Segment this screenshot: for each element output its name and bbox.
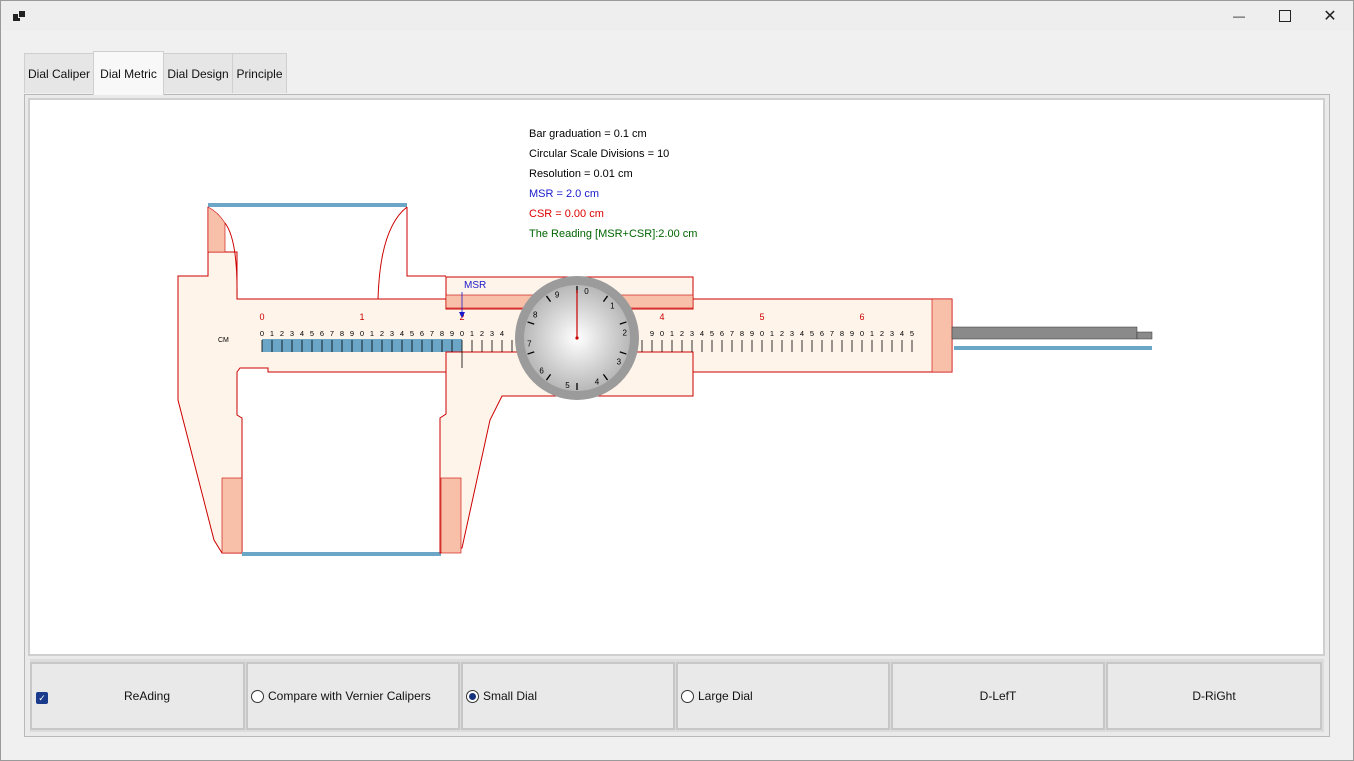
dial-label: 9 [555,290,560,299]
scale-minor-label: 7 [830,329,834,338]
scale-minor-label: 3 [690,329,694,338]
scale-major-label: 0 [259,312,264,322]
scale-minor-label: 0 [360,329,364,338]
large-dial-radio[interactable]: Large Dial [676,662,890,730]
dial-label: 5 [565,381,570,390]
scale-minor-label: 2 [780,329,784,338]
scale-minor-label: 5 [810,329,814,338]
scale-minor-label: 0 [860,329,864,338]
scale-minor-label: 0 [760,329,764,338]
scale-minor-label: 2 [680,329,684,338]
scale-minor-label: 4 [700,329,704,338]
dial-label: 6 [539,366,544,375]
compare-label: Compare with Vernier Calipers [268,689,431,703]
scale-minor-label: 9 [450,329,454,338]
d-left-button[interactable]: D-LefT [891,662,1105,730]
scale-minor-label: 2 [880,329,884,338]
scale-minor-label: 5 [410,329,414,338]
reading-label: ReAding [124,689,171,703]
lower-slider-jaw-face [440,477,462,554]
scale-minor-label: 9 [650,329,654,338]
dial-label: 0 [584,287,589,296]
scale-minor-label: 2 [380,329,384,338]
d-right-label: D-RiGht [1192,689,1236,703]
beam-end-cap [931,298,953,373]
scale-major-label: 4 [659,312,664,322]
dial-label: 1 [610,302,615,311]
upper-slider-jaw [406,207,446,277]
scale-minor-label: 6 [720,329,724,338]
scale-minor-label: 1 [470,329,474,338]
upper-slider-jaw-curve [377,206,408,300]
unit-label: CM [218,337,229,344]
scale-minor-label: 7 [330,329,334,338]
compare-radio[interactable]: Compare with Vernier Calipers [246,662,460,730]
scale-minor-label: 0 [460,329,464,338]
dial-gauge: 0 1 2 3 4 5 6 7 8 9 [515,276,639,400]
dial-pivot [575,336,579,340]
reading-checkbox[interactable]: ✓ ReAding [30,662,245,730]
radio-icon [681,690,694,703]
dial-label: 8 [533,310,538,319]
scale-minor-label: 3 [290,329,294,338]
dial-label: 3 [617,358,622,367]
scale-minor-label: 7 [730,329,734,338]
scale-minor-label: 2 [480,329,484,338]
scale-major-label: 5 [759,312,764,322]
scale-minor-label: 5 [310,329,314,338]
small-dial-radio[interactable]: Small Dial [461,662,675,730]
large-dial-label: Large Dial [698,689,753,703]
scale-minor-label: 5 [910,329,914,338]
scale-minor-label: 3 [490,329,494,338]
tab-dial-metric[interactable]: Dial Metric [93,51,164,95]
control-bar: ✓ ReAding Compare with Vernier Calipers … [30,659,1324,732]
scale-minor-label: 2 [280,329,284,338]
scale-minor-label: 6 [820,329,824,338]
depth-rod-tip [1136,331,1153,340]
scale-minor-label: 8 [340,329,344,338]
radio-icon [251,690,264,703]
dial-label: 2 [622,329,627,338]
scale-minor-label: 4 [900,329,904,338]
scale-minor-label: 4 [400,329,404,338]
scale-minor-label: 0 [260,329,264,338]
scale-minor-label: 9 [750,329,754,338]
radio-selected-icon [466,690,479,703]
d-left-label: D-LefT [979,689,1017,703]
scale-minor-label: 1 [370,329,374,338]
scale-minor-label: 9 [850,329,854,338]
scale-minor-label: 4 [500,329,504,338]
small-dial-label: Small Dial [483,689,538,703]
tab-label: Dial Metric [100,66,157,81]
dial-label: 7 [527,339,532,348]
scale-minor-label: 0 [660,329,664,338]
scale-minor-label: 3 [890,329,894,338]
scale-minor-label: 1 [670,329,674,338]
d-right-button[interactable]: D-RiGht [1106,662,1322,730]
scale-minor-label: 3 [790,329,794,338]
scale-minor-label: 6 [320,329,324,338]
scale-minor-label: 1 [870,329,874,338]
msr-marker-label: MSR [464,280,486,291]
checkbox-check-icon: ✓ [36,692,48,704]
scale-minor-label: 6 [420,329,424,338]
scale-minor-label: 3 [390,329,394,338]
scale-minor-label: 4 [800,329,804,338]
scale-minor-label: 1 [770,329,774,338]
dial-caliper-drawing: 0123456012345678901234567890123490123456… [177,203,1153,556]
depth-rod [951,326,1138,340]
scale-major-label: 1 [359,312,364,322]
scale-minor-label: 8 [740,329,744,338]
scale-minor-label: 8 [440,329,444,338]
scale-minor-label: 9 [350,329,354,338]
scale-minor-label: 8 [840,329,844,338]
dial-label: 4 [595,378,600,387]
scale-major-label: 6 [859,312,864,322]
lower-fixed-jaw-face [221,477,243,554]
scale-minor-label: 7 [430,329,434,338]
scale-minor-label: 1 [270,329,274,338]
scale-minor-label: 5 [710,329,714,338]
scale-minor-label: 4 [300,329,304,338]
upper-fixed-jaw-tip [207,206,226,253]
